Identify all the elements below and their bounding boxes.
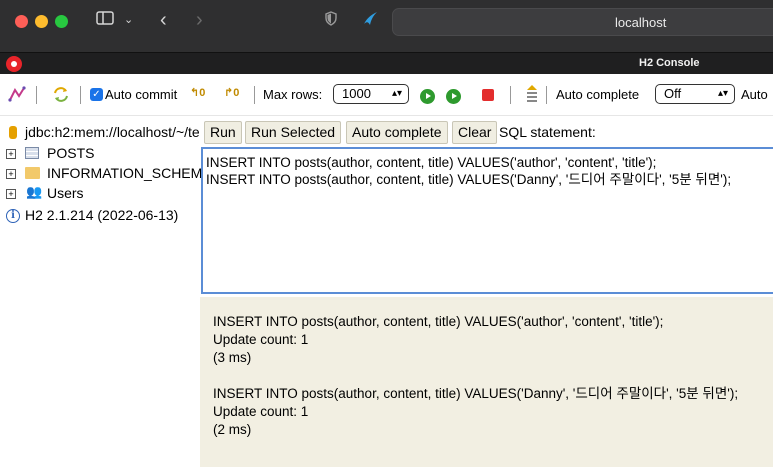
result-statement: INSERT INTO posts(author, content, title… (213, 314, 664, 329)
result-update-count: Update count: 1 (213, 332, 309, 347)
history-icon[interactable] (525, 84, 539, 108)
result-statement: INSERT INTO posts(author, content, title… (213, 386, 739, 401)
auto-complete-label: Auto complete (556, 87, 640, 102)
stop-icon[interactable] (482, 89, 494, 101)
database-icon (9, 126, 17, 139)
refresh-icon[interactable] (52, 86, 70, 107)
toolbar-separator (546, 86, 547, 104)
folder-icon (25, 167, 40, 179)
connection-url[interactable]: jdbc:h2:mem://localhost/~/te (25, 123, 200, 141)
info-icon: i (6, 209, 20, 223)
table-icon (25, 147, 39, 159)
select-arrows-icon: ▴▾ (717, 88, 728, 99)
result-update-count: Update count: 1 (213, 404, 309, 419)
clear-button[interactable]: Clear (452, 121, 498, 144)
sql-statement-label: SQL statement: (499, 124, 596, 140)
disconnect-icon[interactable] (8, 86, 26, 106)
version-label: H2 2.1.214 (2022-06-13) (25, 207, 179, 223)
tree-item-information-schema[interactable]: INFORMATION_SCHEM (47, 164, 202, 182)
h2-toolbar: ✓ Auto commit ↰0 ↱0 Max rows: 1000 ▴▾ Au… (0, 74, 773, 116)
max-rows-value: 1000 (342, 86, 371, 101)
shield-icon[interactable] (325, 11, 337, 29)
chevron-down-icon[interactable]: ⌄ (124, 13, 133, 26)
extension-icon[interactable] (361, 9, 379, 30)
close-window-button[interactable] (15, 15, 28, 28)
run-button[interactable]: Run (204, 121, 242, 144)
auto-select-label: Auto (741, 87, 768, 102)
sidebar-toggle-icon[interactable] (96, 11, 114, 28)
auto-complete-value: Off (664, 86, 682, 101)
editor-line: INSERT INTO posts(author, content, title… (206, 155, 657, 170)
result-time: (2 ms) (213, 422, 252, 437)
address-bar-url: localhost (615, 15, 667, 30)
expand-icon[interactable]: + (6, 189, 16, 199)
rollback-icon[interactable]: ↰0 (190, 85, 205, 101)
forward-icon[interactable]: › (196, 9, 203, 32)
users-icon: 👥 (26, 184, 43, 199)
query-button-row: Run Run Selected Auto complete Clear SQL… (200, 116, 773, 146)
auto-complete-button[interactable]: Auto complete (346, 121, 448, 144)
run-selected-icon[interactable] (446, 89, 461, 104)
minimize-window-button[interactable] (35, 15, 48, 28)
browser-titlebar: ⌄ ‹ › localhost (0, 0, 773, 52)
commit-icon[interactable]: ↱0 (224, 85, 239, 101)
auto-commit-label: Auto commit (105, 87, 178, 102)
address-bar[interactable]: localhost (392, 8, 773, 36)
tree-item-users[interactable]: Users (47, 184, 84, 202)
result-time: (3 ms) (213, 350, 252, 365)
select-arrows-icon: ▴▾ (391, 88, 402, 99)
sql-editor[interactable]: INSERT INTO posts(author, content, title… (201, 147, 773, 294)
back-icon[interactable]: ‹ (160, 9, 167, 32)
auto-commit-checkbox[interactable]: ✓ (90, 88, 103, 101)
tab-bar: H2 Console (0, 52, 773, 74)
toolbar-separator (510, 86, 511, 104)
expand-icon[interactable]: + (6, 149, 16, 159)
zoom-window-button[interactable] (55, 15, 68, 28)
toolbar-separator (80, 86, 81, 104)
youtube-favicon-icon[interactable] (6, 56, 22, 72)
run-selected-button[interactable]: Run Selected (245, 121, 342, 144)
expand-icon[interactable]: + (6, 169, 16, 179)
results-panel: INSERT INTO posts(author, content, title… (200, 297, 773, 467)
toolbar-separator (254, 86, 255, 104)
run-icon[interactable] (420, 89, 435, 104)
toolbar-separator (36, 86, 37, 104)
editor-line: INSERT INTO posts(author, content, title… (206, 172, 732, 187)
tree-item-posts[interactable]: POSTS (47, 144, 94, 162)
max-rows-select[interactable]: 1000 ▴▾ (333, 84, 409, 104)
auto-complete-select[interactable]: Off ▴▾ (655, 84, 735, 104)
tab-h2-console[interactable]: H2 Console (639, 57, 700, 69)
schema-tree: jdbc:h2:mem://localhost/~/te + POSTS + I… (0, 116, 202, 467)
max-rows-label: Max rows: (263, 87, 323, 102)
